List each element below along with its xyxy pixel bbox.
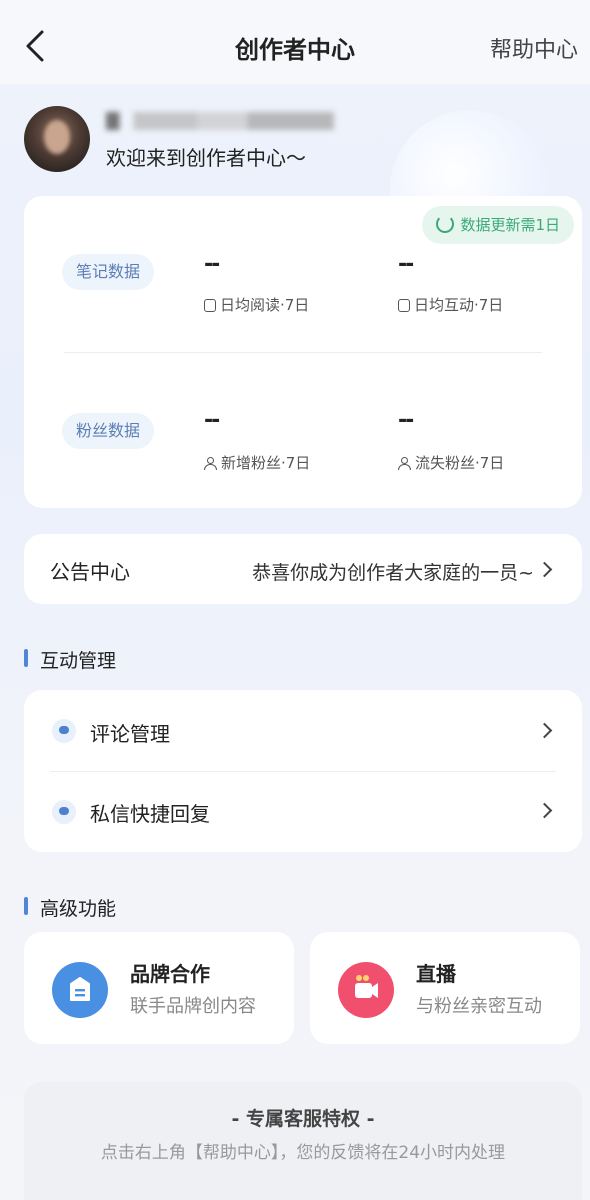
update-badge: 数据更新需1日 (422, 206, 574, 244)
message-icon (52, 800, 76, 824)
metric-value-daily-reads: -- (204, 252, 220, 277)
comment-management-row[interactable]: 评论管理 (24, 690, 582, 771)
metric-value-new-fans: -- (204, 408, 220, 433)
metric-label-new-fans: 新增粉丝·7日 (204, 452, 310, 473)
person-icon (204, 457, 218, 470)
divider (64, 352, 542, 353)
data-panel: 数据更新需1日 笔记数据 -- 日均阅读·7日 -- 日均互动·7日 粉丝数据 … (24, 196, 582, 508)
avatar[interactable] (24, 106, 90, 172)
comment-icon (52, 719, 76, 743)
row-label: 评论管理 (90, 722, 170, 746)
chevron-right-icon (536, 802, 553, 819)
note-icon (204, 299, 216, 312)
help-center-link[interactable]: 帮助中心 (490, 32, 578, 64)
loading-icon (436, 215, 455, 233)
service-title: - 专属客服特权 - (231, 1108, 375, 1130)
feature-subtitle: 联手品牌创内容 (130, 996, 256, 1017)
chevron-right-icon (536, 561, 553, 578)
live-icon (338, 962, 394, 1018)
feature-subtitle: 与粉丝亲密互动 (416, 996, 542, 1017)
welcome-text: 欢迎来到创作者中心～ (106, 146, 306, 170)
metric-label-text: 流失粉丝·7日 (415, 454, 505, 472)
metric-label-text: 新增粉丝·7日 (221, 454, 311, 472)
note-icon (398, 299, 410, 312)
feature-title: 直播 (416, 962, 456, 986)
username-blurred (106, 112, 334, 130)
brand-cooperation-card[interactable]: 品牌合作 联手品牌创内容 (24, 932, 294, 1044)
live-stream-card[interactable]: 直播 与粉丝亲密互动 (310, 932, 580, 1044)
row-label: 私信快捷回复 (90, 802, 210, 826)
service-banner: - 专属客服特权 - 点击右上角【帮助中心】，您的反馈将在24小时内处理 (24, 1082, 582, 1200)
fans-data-pill[interactable]: 粉丝数据 (62, 413, 155, 449)
nav-bar: 创作者中心 帮助中心 (0, 0, 590, 84)
update-badge-text: 数据更新需1日 (460, 216, 560, 234)
metric-label-daily-interactions: 日均互动·7日 (398, 294, 503, 315)
chevron-right-icon (536, 722, 553, 739)
metric-value-lost-fans: -- (398, 408, 414, 433)
person-icon (398, 457, 412, 470)
metric-label-lost-fans: 流失粉丝·7日 (398, 452, 504, 473)
notice-center-row[interactable]: 公告中心 恭喜你成为创作者大家庭的一员~ (24, 534, 582, 604)
service-text: 点击右上角【帮助中心】，您的反馈将在24小时内处理 (100, 1143, 506, 1163)
notice-title: 公告中心 (50, 560, 130, 584)
brand-icon (52, 962, 108, 1018)
section-heading-advanced: 高级功能 (24, 894, 116, 921)
notice-text: 恭喜你成为创作者大家庭的一员~ (252, 562, 534, 584)
feature-title: 品牌合作 (130, 962, 210, 986)
metric-value-daily-interactions: -- (398, 252, 414, 277)
quick-reply-row[interactable]: 私信快捷回复 (24, 772, 582, 852)
metric-label-text: 日均互动·7日 (414, 296, 504, 314)
metric-label-text: 日均阅读·7日 (220, 296, 310, 314)
note-data-pill[interactable]: 笔记数据 (62, 254, 155, 290)
section-heading-interaction: 互动管理 (24, 646, 116, 673)
interaction-panel: 评论管理 私信快捷回复 (24, 690, 582, 852)
metric-label-daily-reads: 日均阅读·7日 (204, 294, 309, 315)
